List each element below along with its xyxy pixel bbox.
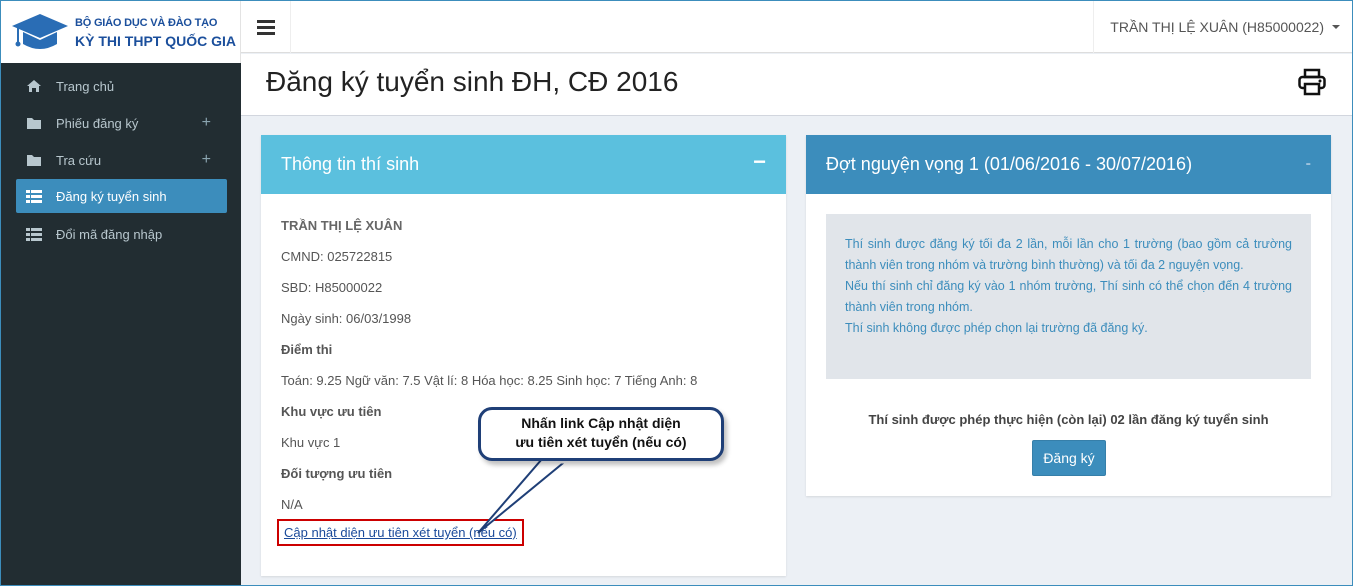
- sidebar-item-admission-registration[interactable]: Đăng ký tuyển sinh: [16, 179, 227, 213]
- list-icon: [26, 228, 42, 241]
- rule-line: Thí sinh không được phép chọn lại trường…: [845, 321, 1148, 335]
- box-title: Thông tin thí sinh: [281, 154, 420, 174]
- sidebar: Trang chủ Phiếu đăng ký + Tra cứu + Đăng…: [1, 63, 241, 585]
- sidebar-item-label: Phiếu đăng ký: [56, 115, 139, 131]
- page-title: Đăng ký tuyển sinh ĐH, CĐ 2016: [266, 66, 679, 97]
- sidebar-item-label: Trang chủ: [56, 78, 115, 94]
- sidebar-item-lookup[interactable]: Tra cứu +: [16, 143, 227, 177]
- scores-value: Toán: 9.25 Ngữ văn: 7.5 Vật lí: 8 Hóa họ…: [281, 373, 698, 388]
- instruction-callout: Nhấn link Cập nhật diện ưu tiên xét tuyể…: [478, 407, 724, 461]
- folder-icon: [27, 118, 41, 129]
- box-title: Đợt nguyện vọng 1 (01/06/2016 - 30/07/20…: [826, 154, 1193, 174]
- admission-round-header: Đợt nguyện vọng 1 (01/06/2016 - 30/07/20…: [806, 135, 1331, 194]
- priority-target-value: N/A: [281, 497, 303, 512]
- candidate-info-header: Thông tin thí sinh −: [261, 135, 786, 194]
- logo[interactable]: BỘ GIÁO DỤC VÀ ĐÀO TẠO KỲ THI THPT QUỐC …: [1, 1, 241, 63]
- caret-down-icon: [1332, 25, 1340, 29]
- callout-line: ưu tiên xét tuyển (nếu có): [515, 434, 687, 450]
- expand-plus-icon[interactable]: +: [202, 151, 211, 169]
- expand-plus-icon[interactable]: +: [202, 114, 211, 132]
- priority-area-value: Khu vực 1: [281, 435, 341, 450]
- sidebar-item-home[interactable]: Trang chủ: [16, 69, 227, 103]
- collapse-button[interactable]: −: [753, 149, 766, 175]
- remaining-attempts-text: Thí sinh được phép thực hiện (còn lại) 0…: [868, 412, 1269, 427]
- home-icon: [27, 80, 41, 92]
- graduation-cap-icon: [12, 14, 68, 49]
- top-navbar: TRẦN THỊ LỆ XUÂN (H85000022): [241, 1, 1352, 53]
- print-icon[interactable]: [1298, 68, 1326, 96]
- sidebar-item-change-password[interactable]: Đổi mã đăng nhập: [16, 217, 227, 251]
- callout-line: Nhấn link Cập nhật diện: [521, 415, 681, 431]
- logo-ministry-text: BỘ GIÁO DỤC VÀ ĐÀO TẠO: [75, 17, 218, 29]
- priority-area-label: Khu vực ưu tiên: [281, 404, 382, 419]
- logo-exam-text: KỲ THI THPT QUỐC GIA: [75, 33, 236, 49]
- priority-target-label: Đối tượng ưu tiên: [281, 466, 393, 481]
- candidate-cmnd: CMND: 025722815: [281, 249, 393, 264]
- register-button[interactable]: Đăng ký: [1032, 440, 1106, 476]
- candidate-name: TRẦN THỊ LỆ XUÂN: [281, 218, 403, 233]
- admission-round-box: Đợt nguyện vọng 1 (01/06/2016 - 30/07/20…: [806, 135, 1331, 496]
- rule-line: Thí sinh được đăng ký tối đa 2 lần, mỗi …: [845, 237, 1292, 272]
- hamburger-icon: [256, 20, 275, 35]
- collapse-button[interactable]: -: [1306, 155, 1311, 173]
- rule-line: Nếu thí sinh chỉ đăng ký vào 1 nhóm trườ…: [845, 279, 1292, 314]
- user-menu-dropdown[interactable]: TRẦN THỊ LỆ XUÂN (H85000022): [1093, 1, 1352, 53]
- registration-rules-note: Thí sinh được đăng ký tối đa 2 lần, mỗi …: [826, 214, 1311, 379]
- sidebar-item-label: Tra cứu: [56, 152, 102, 168]
- sidebar-item-registration-forms[interactable]: Phiếu đăng ký +: [16, 106, 227, 140]
- content-header: Đăng ký tuyển sinh ĐH, CĐ 2016: [241, 54, 1352, 116]
- candidate-dob: Ngày sinh: 06/03/1998: [281, 311, 412, 326]
- callout-pointer: [477, 458, 571, 534]
- sidebar-item-label: Đổi mã đăng nhập: [56, 226, 163, 242]
- candidate-sbd: SBD: H85000022: [281, 280, 383, 295]
- list-icon: [26, 190, 42, 203]
- folder-icon: [27, 155, 41, 166]
- sidebar-item-label: Đăng ký tuyển sinh: [56, 188, 167, 204]
- user-name: TRẦN THỊ LỆ XUÂN (H85000022): [1110, 19, 1324, 35]
- scores-label: Điểm thi: [281, 342, 333, 357]
- sidebar-toggle-button[interactable]: [241, 1, 291, 53]
